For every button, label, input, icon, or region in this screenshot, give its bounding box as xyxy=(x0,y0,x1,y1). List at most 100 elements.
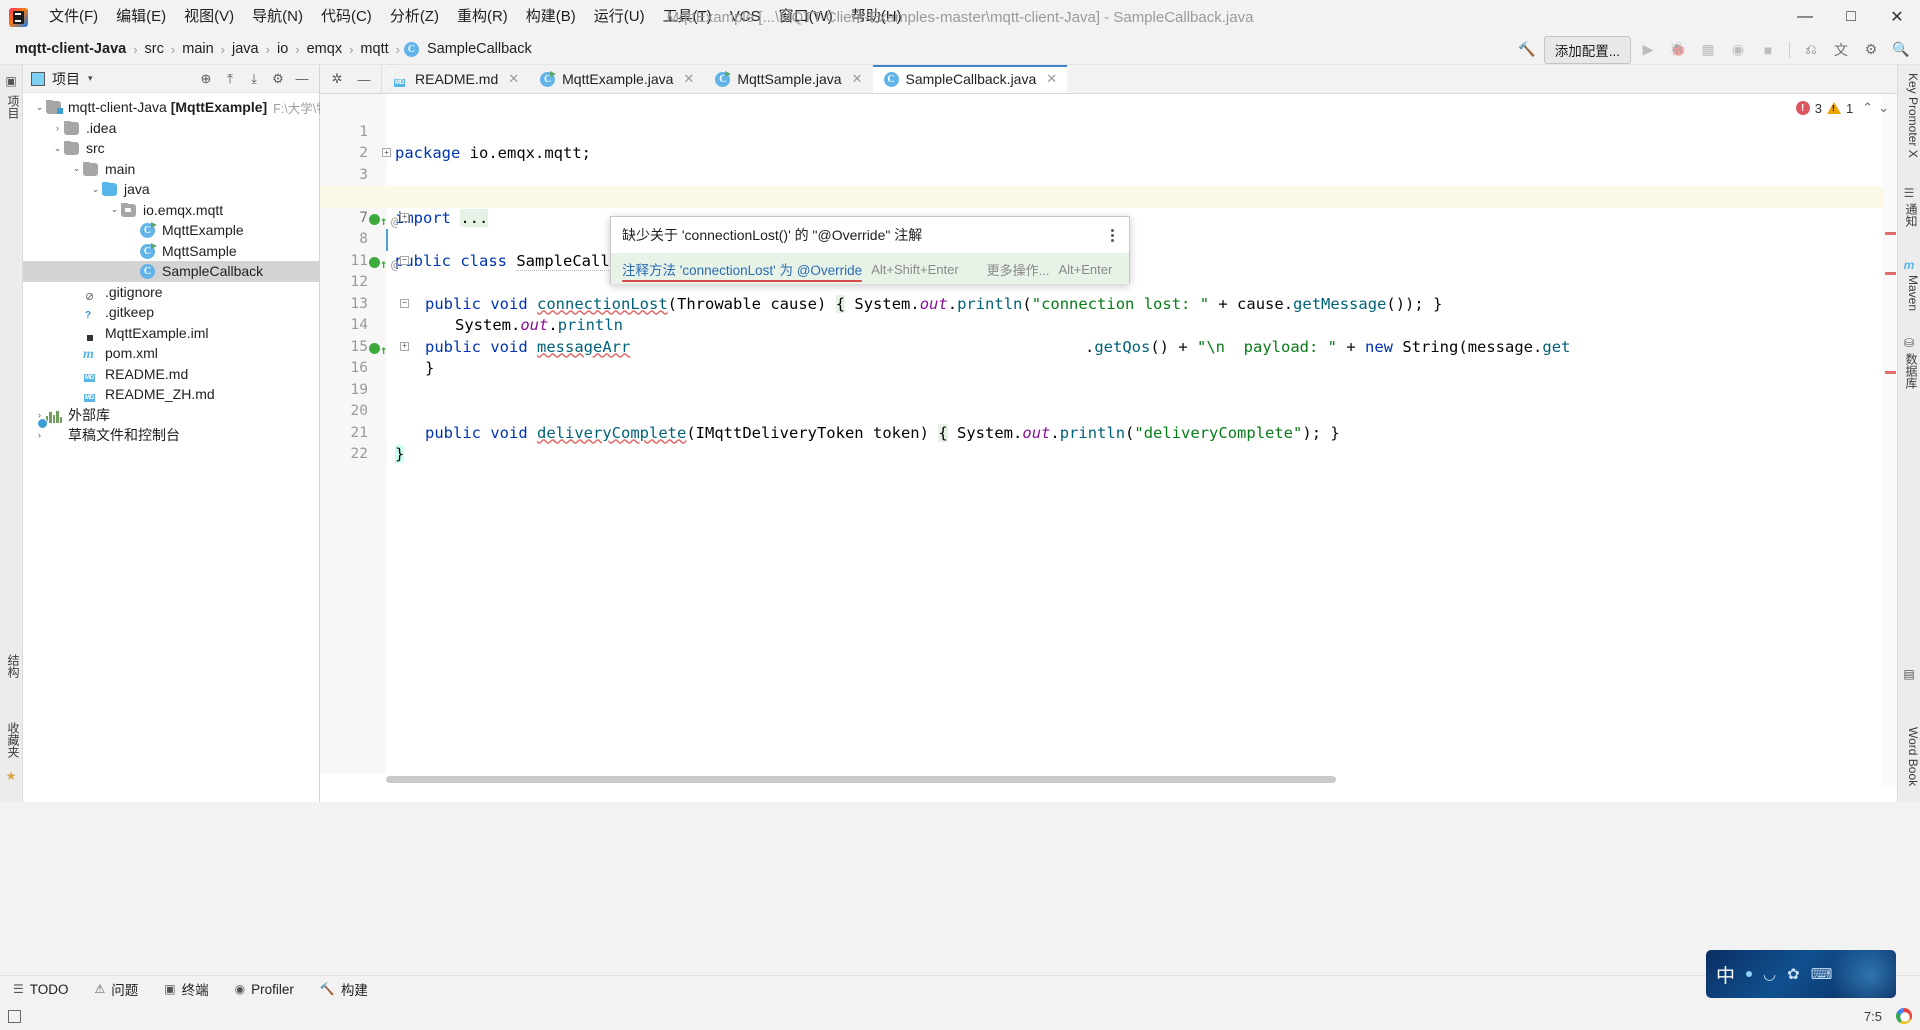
tree-node-readme[interactable]: MD README.md xyxy=(23,364,319,385)
chevron-right-icon[interactable]: › xyxy=(51,123,64,133)
tree-node-package[interactable]: ⌄ io.emqx.mqtt xyxy=(23,200,319,221)
run-icon[interactable]: ▶ xyxy=(1635,38,1661,62)
apply-override-action[interactable]: 注释方法 'connectionLost' 为 @Override xyxy=(622,259,863,282)
profile-icon[interactable]: ◉ xyxy=(1725,38,1751,62)
breadcrumb-item-io[interactable]: io xyxy=(274,40,291,58)
menu-file[interactable]: 文件(F) xyxy=(40,5,107,29)
add-configuration-button[interactable]: 添加配置... xyxy=(1543,35,1631,64)
favorites-star-icon[interactable]: ★ xyxy=(0,766,22,786)
build-hammer-icon[interactable]: 🔨 xyxy=(1514,38,1540,62)
tool-todo[interactable]: ☰ TODO xyxy=(0,982,82,997)
search-icon[interactable]: 🔍 xyxy=(1888,38,1914,62)
ime-widget[interactable]: 中 ◡ ✿ ⌨ xyxy=(1706,950,1896,998)
menu-vcs[interactable]: VCS xyxy=(721,5,770,29)
menu-help[interactable]: 帮助(H) xyxy=(842,5,911,29)
next-problem-icon[interactable]: ⌄ xyxy=(1878,100,1889,116)
stripe-item-project[interactable]: 项目 xyxy=(0,91,22,123)
ime-keyboard-icon[interactable]: ⌨ xyxy=(1811,965,1833,983)
tree-node-gitkeep[interactable]: ? .gitkeep xyxy=(23,302,319,323)
hide-panel-icon[interactable]: — xyxy=(291,68,313,90)
ime-flower-icon[interactable]: ✿ xyxy=(1787,965,1800,983)
stripe-item-database[interactable]: 数据库 xyxy=(1898,349,1920,393)
chevron-down-icon[interactable]: ⌄ xyxy=(70,163,83,174)
close-icon[interactable]: ✕ xyxy=(1046,71,1057,87)
debug-icon[interactable]: 🐞 xyxy=(1665,38,1691,62)
settings-gear-icon[interactable]: ✲ xyxy=(328,71,346,87)
breadcrumb-item-emqx[interactable]: emqx xyxy=(304,40,345,58)
stripe-item-structure[interactable]: 结构 xyxy=(0,650,22,682)
tab-mqttsample-java[interactable]: C MqttSample.java ✕ xyxy=(704,65,872,93)
minimize-button[interactable]: — xyxy=(1782,0,1828,34)
tab-mqttexample-java[interactable]: C MqttExample.java ✕ xyxy=(529,65,704,93)
tree-node-src[interactable]: ⌄ src xyxy=(23,138,319,159)
chevron-down-icon[interactable]: ⌄ xyxy=(51,143,64,154)
tool-terminal[interactable]: ▣ 终端 xyxy=(151,979,221,999)
error-marker[interactable] xyxy=(1885,272,1896,275)
locate-icon[interactable]: ⊕ xyxy=(195,68,217,90)
menu-run[interactable]: 运行(U) xyxy=(585,5,654,29)
menu-edit[interactable]: 编辑(E) xyxy=(107,5,175,29)
tree-node-readme-zh[interactable]: MD README_ZH.md xyxy=(23,384,319,405)
chevron-down-icon[interactable]: ⌄ xyxy=(108,204,121,215)
stripe-item-maven[interactable]: Maven xyxy=(1898,271,1920,315)
collapse-all-icon[interactable]: ⤓ xyxy=(243,68,265,90)
tree-node-external-libraries[interactable]: › 外部库 xyxy=(23,405,319,426)
tree-node-project-root[interactable]: ⌄ mqtt-client-Java [MqttExample] F:\大学\物 xyxy=(23,97,329,118)
menu-window[interactable]: 窗口(W) xyxy=(770,5,842,29)
close-icon[interactable]: ✕ xyxy=(508,71,519,87)
tree-node-samplecallback[interactable]: C SampleCallback xyxy=(23,261,319,282)
close-icon[interactable]: ✕ xyxy=(683,71,694,87)
error-marker[interactable] xyxy=(1885,371,1896,374)
stop-icon[interactable]: ■ xyxy=(1755,38,1781,62)
menu-view[interactable]: 视图(V) xyxy=(175,5,243,29)
menu-analyze[interactable]: 分析(Z) xyxy=(381,5,448,29)
stripe-item-favorites[interactable]: 收藏夹 xyxy=(0,718,22,762)
stripe-item-key-promoter[interactable]: Key Promoter X xyxy=(1898,69,1920,162)
error-marker[interactable] xyxy=(1885,232,1896,235)
marker-gutter[interactable] xyxy=(1883,94,1897,786)
scrollbar-thumb[interactable] xyxy=(386,776,1336,783)
breadcrumb-item-src[interactable]: src xyxy=(142,40,167,58)
chevron-down-icon[interactable]: ⌄ xyxy=(89,184,102,195)
breadcrumb-item-main[interactable]: main xyxy=(179,40,216,58)
tree-node-iml[interactable]: MqttExample.iml xyxy=(23,323,319,344)
more-options-icon[interactable] xyxy=(1103,225,1121,245)
tree-node-java[interactable]: ⌄ java xyxy=(23,179,319,200)
layout-toggle-icon[interactable] xyxy=(8,1009,21,1023)
ime-moon-icon[interactable]: ◡ xyxy=(1763,965,1776,983)
chevron-right-icon[interactable]: › xyxy=(33,430,46,440)
tree-node-mqttsample[interactable]: C MqttSample xyxy=(23,241,319,262)
tree-node-scratches[interactable]: › 草稿文件和控制台 xyxy=(23,425,319,446)
tool-profiler[interactable]: ◉ Profiler xyxy=(222,982,307,997)
tool-build[interactable]: 🔨 构建 xyxy=(307,979,381,999)
chrome-icon[interactable] xyxy=(1896,1008,1912,1024)
tab-readme-md[interactable]: MD README.md ✕ xyxy=(382,65,529,93)
git-update-icon[interactable]: ⎌ xyxy=(1798,38,1824,62)
ime-mode-label[interactable]: 中 xyxy=(1716,961,1735,988)
stripe-item-word-book[interactable]: Word Book xyxy=(1898,723,1920,790)
tab-samplecallback-java[interactable]: C SampleCallback.java ✕ xyxy=(872,65,1068,93)
settings-gear-icon[interactable]: ⚙ xyxy=(267,68,289,90)
breadcrumb-item-current-file[interactable]: SampleCallback xyxy=(424,40,535,58)
horizontal-scrollbar[interactable] xyxy=(320,773,1883,786)
hide-editor-icon[interactable]: — xyxy=(355,72,373,87)
expand-all-icon[interactable]: ⤒ xyxy=(219,68,241,90)
breadcrumb-item-mqtt[interactable]: mqtt xyxy=(357,40,391,58)
menu-navigate[interactable]: 导航(N) xyxy=(243,5,312,29)
tree-node-mqttexample[interactable]: C MqttExample xyxy=(23,220,319,241)
close-button[interactable]: ✕ xyxy=(1874,0,1920,34)
menu-refactor[interactable]: 重构(R) xyxy=(448,5,517,29)
code-editor[interactable]: ! 3 1 ⌃ ⌄ 1 package io.emqx.mqtt; 2 3 + xyxy=(320,94,1897,786)
tree-node-idea[interactable]: › .idea xyxy=(23,118,319,139)
menu-code[interactable]: 代码(C) xyxy=(312,5,381,29)
chevron-down-icon[interactable]: ⌄ xyxy=(33,102,46,113)
chevron-down-icon[interactable]: ▾ xyxy=(88,73,93,84)
tree-node-gitignore[interactable]: .gitignore xyxy=(23,282,319,303)
translate-icon[interactable]: 文 xyxy=(1828,38,1854,62)
tree-node-main[interactable]: ⌄ main xyxy=(23,159,319,180)
settings-gear-icon[interactable]: ⚙ xyxy=(1858,38,1884,62)
tool-problems[interactable]: ⚠ 问题 xyxy=(82,979,152,999)
tree-node-pom[interactable]: m pom.xml xyxy=(23,343,319,364)
menu-tools[interactable]: 工具(T) xyxy=(654,5,721,29)
close-icon[interactable]: ✕ xyxy=(852,71,863,87)
